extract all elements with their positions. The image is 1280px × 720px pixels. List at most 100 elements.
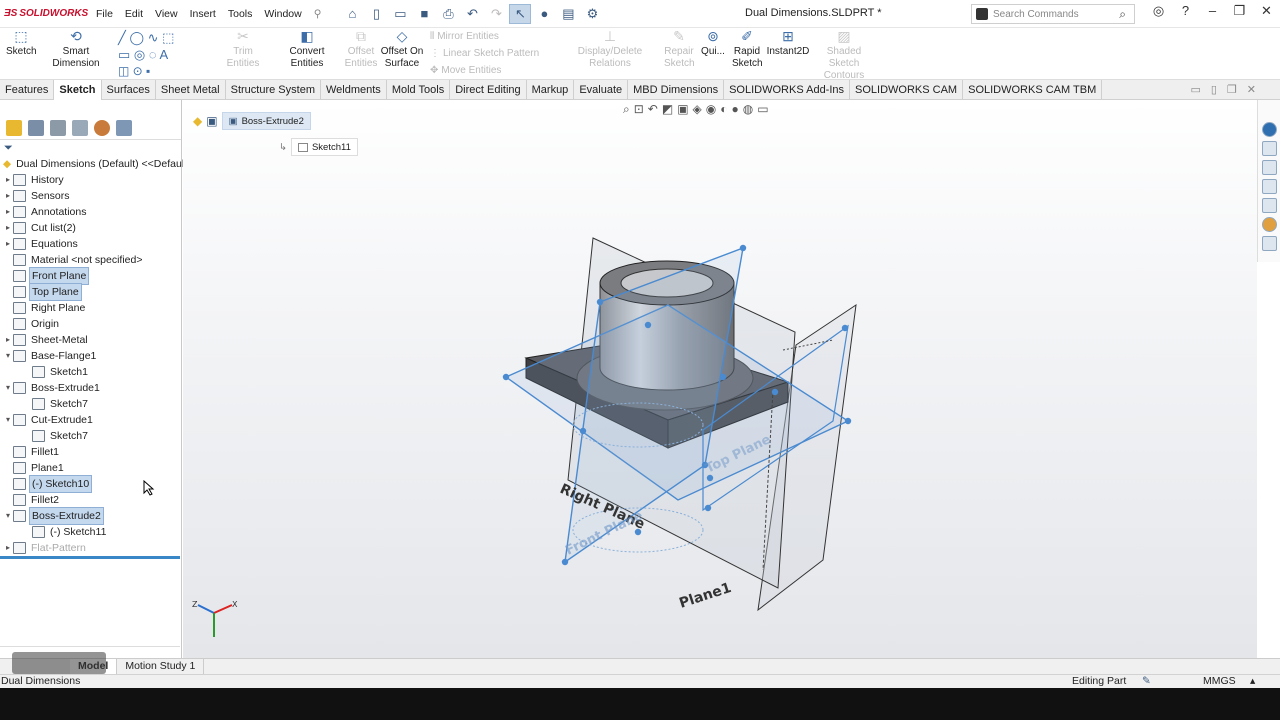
- tree-item[interactable]: Right Plane: [3, 300, 87, 316]
- custom-properties-icon[interactable]: [1261, 236, 1277, 251]
- tab-motion-study[interactable]: Motion Study 1: [117, 659, 205, 674]
- graphics-area[interactable]: ⌕ ⊡ ↶ ◩ ▣ ◈ ◉ ◐ ● ◍ ▭ ◆ ▣ ▣ Boss-Extrude…: [183, 100, 1257, 658]
- home-pane-icon[interactable]: [1261, 141, 1277, 156]
- filter-icon[interactable]: ⏷: [4, 142, 13, 155]
- chevron-down-icon[interactable]: ▾: [3, 380, 13, 396]
- tree-item[interactable]: ▾ Boss-Extrude1: [3, 380, 102, 396]
- model-view[interactable]: Right Plane Front Plane Top Plane Plane1: [183, 100, 1257, 658]
- tree-item[interactable]: ▸ Equations: [3, 236, 80, 252]
- cam-manager-icon[interactable]: [116, 119, 132, 136]
- menu-insert[interactable]: Insert: [184, 8, 222, 20]
- chevron-right-icon[interactable]: ▸: [3, 236, 13, 252]
- menu-view[interactable]: View: [149, 8, 184, 20]
- quick-snaps-button[interactable]: ⊚ Qui...: [700, 29, 726, 58]
- menu-tools[interactable]: Tools: [222, 8, 259, 20]
- close-icon[interactable]: ✕: [1253, 3, 1280, 19]
- instant2d-button[interactable]: ⊞ Instant2D: [766, 29, 810, 58]
- display-delete-relations-button[interactable]: ⊥ Display/Delete Relations: [560, 29, 660, 70]
- search-commands[interactable]: Search Commands ⌕: [971, 4, 1135, 24]
- chevron-down-icon[interactable]: ▾: [3, 348, 13, 364]
- tree-item[interactable]: ▾ Cut-Extrude1: [3, 412, 95, 428]
- configuration-manager-icon[interactable]: [50, 119, 66, 136]
- property-manager-icon[interactable]: [28, 119, 44, 136]
- chevron-right-icon[interactable]: ▸: [3, 172, 13, 188]
- options-gear-icon[interactable]: ⚙: [581, 4, 603, 24]
- shaded-sketch-contours-button[interactable]: ▨ Shaded Sketch Contours: [814, 29, 874, 82]
- offset-on-surface-button[interactable]: ◇ Offset On Surface: [380, 29, 424, 70]
- display-manager-icon[interactable]: [94, 119, 110, 136]
- doc-tile-icon[interactable]: ▭: [1190, 83, 1200, 96]
- file-properties-icon[interactable]: ▤: [557, 4, 579, 24]
- design-library-icon[interactable]: [1261, 160, 1277, 175]
- doc-restore-icon[interactable]: ❐: [1227, 83, 1237, 96]
- new-document-icon[interactable]: ▯: [365, 4, 387, 24]
- tree-item[interactable]: Sketch7: [30, 428, 90, 444]
- open-folder-icon[interactable]: ▭: [389, 4, 411, 24]
- view-palette-icon[interactable]: [1261, 198, 1277, 213]
- tree-item[interactable]: ▾ Boss-Extrude2: [3, 507, 104, 525]
- tab-mbd-dimensions[interactable]: MBD Dimensions: [628, 80, 725, 100]
- tree-item[interactable]: Top Plane: [3, 283, 82, 301]
- tree-item[interactable]: ▸ Annotations: [3, 204, 88, 220]
- dimxpert-icon[interactable]: [72, 119, 88, 136]
- file-explorer-icon[interactable]: [1261, 179, 1277, 194]
- chevron-right-icon[interactable]: ▸: [3, 220, 13, 236]
- tree-item[interactable]: ▸ History: [3, 172, 66, 188]
- tab-structure-system[interactable]: Structure System: [226, 80, 321, 100]
- tab-markup[interactable]: Markup: [527, 80, 575, 100]
- appearances-icon[interactable]: [1261, 217, 1277, 232]
- mirror-entities-button[interactable]: ⫴ Mirror Entities: [430, 31, 499, 42]
- tree-item[interactable]: Sketch7: [30, 396, 90, 412]
- chevron-right-icon[interactable]: ▸: [3, 332, 13, 348]
- feature-tree-icon[interactable]: [6, 119, 22, 136]
- tab-mold-tools[interactable]: Mold Tools: [387, 80, 451, 100]
- convert-entities-button[interactable]: ◧ Convert Entities: [274, 29, 340, 70]
- chevron-right-icon[interactable]: ▸: [3, 188, 13, 204]
- search-icon[interactable]: ⌕: [1119, 7, 1126, 22]
- chevron-right-icon[interactable]: ▸: [3, 204, 13, 220]
- select-pointer-icon[interactable]: ↖: [509, 3, 532, 24]
- restore-icon[interactable]: ❐: [1226, 3, 1253, 19]
- home-icon[interactable]: ⌂: [341, 4, 363, 24]
- menu-window[interactable]: Window: [258, 8, 307, 20]
- sketch-button[interactable]: ⬚ Sketch: [6, 29, 37, 58]
- rebuild-icon[interactable]: ●: [533, 4, 555, 24]
- tree-item[interactable]: Front Plane: [3, 267, 90, 285]
- units-dropdown-icon[interactable]: ▴: [1250, 675, 1255, 688]
- linear-pattern-button[interactable]: ⋮ Linear Sketch Pattern: [430, 48, 539, 59]
- minimize-icon[interactable]: –: [1199, 3, 1226, 19]
- status-units[interactable]: MMGS: [1203, 675, 1236, 688]
- redo-icon[interactable]: ↷: [485, 4, 507, 24]
- tab-solidworks-cam[interactable]: SOLIDWORKS CAM: [850, 80, 964, 100]
- tree-item[interactable]: ▸ Sensors: [3, 188, 72, 204]
- chevron-down-icon[interactable]: ▾: [3, 508, 13, 524]
- solidworks-logo[interactable]: ƎS SOLIDWORKS: [4, 8, 90, 19]
- chevron-down-icon[interactable]: ▾: [3, 412, 13, 428]
- pin-icon[interactable]: ⚲: [308, 8, 328, 20]
- tab-weldments[interactable]: Weldments: [321, 80, 387, 100]
- menu-edit[interactable]: Edit: [119, 8, 149, 20]
- tab-solidworks-cam-tbm[interactable]: SOLIDWORKS CAM TBM: [963, 80, 1103, 100]
- tab-solidworks-addins[interactable]: SOLIDWORKS Add-Ins: [724, 80, 851, 100]
- video-controls-overlay[interactable]: [12, 652, 106, 674]
- tab-sheet-metal[interactable]: Sheet Metal: [156, 80, 226, 100]
- chevron-right-icon[interactable]: ▸: [3, 540, 13, 556]
- help-icon[interactable]: ?: [1172, 3, 1199, 19]
- print-icon[interactable]: ⎙: [437, 4, 459, 24]
- rollback-bar[interactable]: [0, 556, 180, 559]
- tree-item[interactable]: (-) Sketch11: [30, 524, 108, 540]
- tab-surfaces[interactable]: Surfaces: [102, 80, 156, 100]
- repair-sketch-button[interactable]: ✎ Repair Sketch: [664, 29, 695, 70]
- solidworks-resources-icon[interactable]: [1261, 122, 1277, 137]
- tree-item[interactable]: ▾ Base-Flange1: [3, 348, 98, 364]
- undo-icon[interactable]: ↶: [461, 4, 483, 24]
- save-icon[interactable]: ■: [413, 4, 435, 24]
- move-entities-button[interactable]: ✥ Move Entities: [430, 65, 501, 76]
- trim-entities-button[interactable]: ✂ Trim Entities: [218, 29, 268, 70]
- offset-entities-button[interactable]: ⧉ Offset Entities: [344, 29, 378, 70]
- tree-item[interactable]: (-) Sketch10: [3, 475, 93, 493]
- tree-item[interactable]: Material <not specified>: [3, 252, 144, 268]
- sketch-tools-rect[interactable]: ▭ ◎ ◌ A: [118, 47, 168, 63]
- tree-item[interactable]: ▸ Flat-Pattern: [3, 540, 88, 556]
- tree-item[interactable]: Origin: [3, 316, 61, 332]
